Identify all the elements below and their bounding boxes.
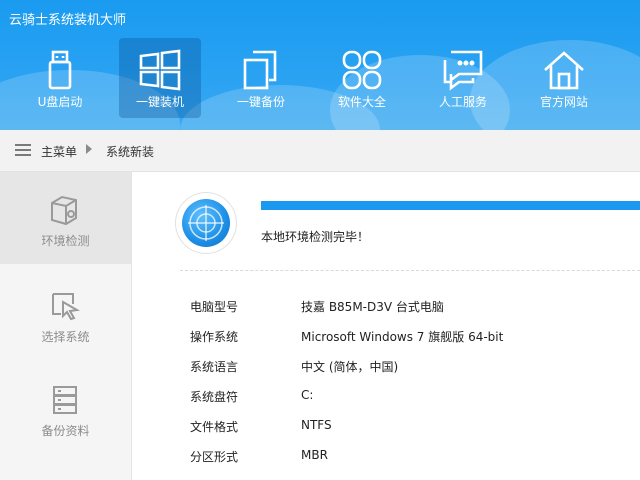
cursor-select-icon xyxy=(49,290,81,322)
home-icon xyxy=(542,48,586,92)
sidebar-item-label: 环境检测 xyxy=(41,234,90,248)
info-value: NTFS xyxy=(301,418,332,432)
gear-box-icon xyxy=(49,194,81,226)
nav-website-button[interactable]: 官方网站 xyxy=(523,38,605,118)
breadcrumb-root-link[interactable]: 主菜单 xyxy=(41,143,77,160)
sidebar-item-backup-data[interactable]: 备份资料 xyxy=(0,362,131,454)
detection-radar-icon xyxy=(176,193,236,253)
nav-label: 人工服务 xyxy=(438,95,487,109)
info-key: 分区形式 xyxy=(190,450,239,464)
nav-software-button[interactable]: 软件大全 xyxy=(321,38,403,118)
info-key: 操作系统 xyxy=(190,330,239,344)
sidebar-item-label: 备份资料 xyxy=(41,424,90,438)
info-value: MBR xyxy=(301,448,328,462)
main-nav: U盘启动 一键装机 一键备份 软件大全 人工服务 官方网站 xyxy=(20,38,624,118)
detection-status-text: 本地环境检测完毕！ xyxy=(261,230,370,244)
title-bar: 云骑士系统装机大师 U盘启动 一键装机 一键备份 软件大全 人工服务 官方网站 xyxy=(0,0,640,130)
menu-list-icon xyxy=(15,144,31,158)
sidebar-item-env-check[interactable]: 环境检测 xyxy=(0,172,131,264)
nav-label: 一键备份 xyxy=(236,95,285,109)
nav-one-click-install-button[interactable]: 一键装机 xyxy=(119,38,201,118)
windows-logo-icon xyxy=(138,48,182,92)
nav-label: 软件大全 xyxy=(337,95,386,109)
nav-usb-boot-button[interactable]: U盘启动 xyxy=(20,38,100,118)
info-key: 电脑型号 xyxy=(190,300,239,314)
chat-bubble-icon xyxy=(441,48,485,92)
nav-label: U盘启动 xyxy=(37,95,83,109)
info-value: C: xyxy=(301,388,314,402)
nav-label: 一键装机 xyxy=(135,95,184,109)
info-value: 技嘉 B85M-D3V 台式电脑 xyxy=(301,300,444,314)
divider xyxy=(180,270,640,271)
sidebar: 环境检测 选择系统 备份资料 xyxy=(0,172,132,480)
info-value: Microsoft Windows 7 旗舰版 64-bit xyxy=(301,330,504,344)
sidebar-item-select-system[interactable]: 选择系统 xyxy=(0,268,131,360)
breadcrumb-current: 系统新装 xyxy=(106,145,155,159)
nav-support-button[interactable]: 人工服务 xyxy=(422,38,504,118)
server-stack-icon xyxy=(49,384,81,416)
apps-grid-icon xyxy=(340,48,384,92)
info-key: 文件格式 xyxy=(190,420,239,434)
info-key: 系统语言 xyxy=(190,360,239,374)
info-key: 系统盘符 xyxy=(190,390,239,404)
copy-files-icon xyxy=(239,48,283,92)
nav-one-click-backup-button[interactable]: 一键备份 xyxy=(220,38,302,118)
chevron-right-icon xyxy=(86,144,92,154)
detection-progress-bar xyxy=(261,201,640,210)
nav-label: 官方网站 xyxy=(539,95,588,109)
app-title: 云骑士系统装机大师 xyxy=(9,13,127,28)
info-value: 中文 (简体，中国) xyxy=(301,360,399,374)
sidebar-item-label: 选择系统 xyxy=(41,330,90,344)
usb-drive-icon xyxy=(38,48,82,92)
breadcrumb: 主菜单 系统新装 xyxy=(0,130,640,172)
